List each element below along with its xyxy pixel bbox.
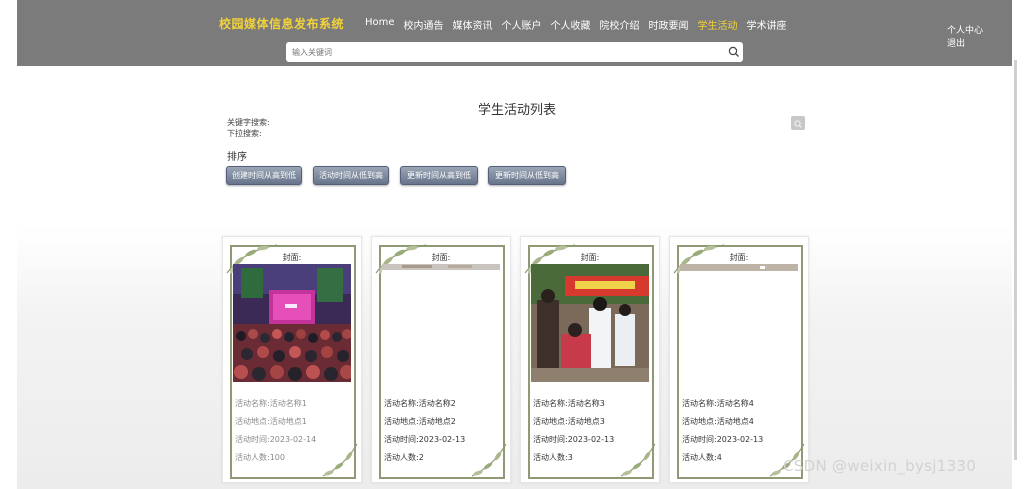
nav-item-media-news[interactable]: 媒体资讯	[453, 17, 493, 32]
activity-location: 活动地点:活动地点1	[235, 417, 307, 426]
nav-item-school-intro[interactable]: 院校介绍	[600, 17, 640, 32]
activity-location: 活动地点:活动地点2	[384, 417, 456, 426]
leaf-decoration-icon	[620, 443, 656, 477]
user-center-link[interactable]: 个人中心	[947, 25, 983, 38]
magnifier-icon	[794, 120, 802, 128]
sort-button-updated-asc[interactable]: 更新时间从低到高	[488, 166, 566, 185]
activity-location: 活动地点:活动地点3	[533, 417, 605, 426]
nav-item-current-affairs[interactable]: 时政要闻	[649, 17, 689, 32]
search-icon[interactable]	[727, 45, 741, 59]
sort-button-updated-desc[interactable]: 更新时间从高到低	[400, 166, 478, 185]
activity-time: 活动时间:2023-02-14	[235, 435, 317, 444]
cover-label: 封面:	[729, 253, 749, 262]
search-button[interactable]	[791, 116, 805, 130]
leaf-decoration-icon	[322, 443, 358, 477]
scrollbar-thumb[interactable]	[1014, 60, 1017, 460]
cover-image[interactable]	[531, 264, 649, 382]
activity-time: 活动时间:2023-02-13	[533, 435, 615, 444]
nav-item-campus-notice[interactable]: 校内通告	[404, 17, 444, 32]
main-nav: Home 校内通告 媒体资讯 个人账户 个人收藏 院校介绍 时政要闻 学生活动 …	[365, 17, 787, 32]
search-input[interactable]	[292, 45, 712, 59]
nav-item-home[interactable]: Home	[365, 17, 395, 32]
logout-link[interactable]: 退出	[947, 38, 983, 51]
activity-time: 活动时间:2023-02-13	[682, 435, 764, 444]
activity-people: 活动人数:100	[235, 453, 285, 462]
cover-label: 封面:	[282, 253, 302, 262]
cover-label: 封面:	[431, 253, 451, 262]
page: 校园媒体信息发布系统 Home 校内通告 媒体资讯 个人账户 个人收藏 院校介绍…	[0, 0, 1027, 489]
page-title: 学生活动列表	[478, 103, 557, 118]
activity-people: 活动人数:3	[533, 453, 573, 462]
activity-people: 活动人数:4	[682, 453, 722, 462]
nav-item-personal-account[interactable]: 个人账户	[502, 17, 542, 32]
activity-time: 活动时间:2023-02-13	[384, 435, 466, 444]
cover-image[interactable]	[233, 264, 351, 382]
cover-image[interactable]	[680, 264, 798, 382]
activity-name: 活动名称:活动名称3	[533, 399, 605, 408]
search-box	[286, 42, 743, 62]
activity-location: 活动地点:活动地点4	[682, 417, 754, 426]
site-brand[interactable]: 校园媒体信息发布系统	[219, 15, 344, 32]
activity-name: 活动名称:活动名称1	[235, 399, 307, 408]
activity-card-2[interactable]: 封面: 活动名称:活动名称2 活动地点:活动地点2 活动时间:2023-02-1…	[371, 236, 511, 483]
activity-name: 活动名称:活动名称2	[384, 399, 456, 408]
activity-card-3[interactable]: 封面: 活动名称:活动名称3 活动地点:活动地点3 活动时间:2023-02-1…	[520, 236, 660, 483]
nav-item-lectures[interactable]: 学术讲座	[747, 17, 787, 32]
leaf-decoration-icon	[471, 443, 507, 477]
keyword-search-label: 关键字搜索:	[227, 118, 270, 127]
user-links: 个人中心 退出	[947, 25, 983, 51]
activity-card-1[interactable]: 封面: 活动名称:活动名称1 活动地点:活动地点1 活动时间:2023-02-1…	[222, 236, 362, 483]
sort-label: 排序	[227, 152, 247, 163]
activity-name: 活动名称:活动名称4	[682, 399, 754, 408]
watermark: CSDN @weixin_bysj1330	[783, 457, 977, 475]
dropdown-search-label: 下拉搜索:	[227, 129, 262, 138]
activity-people: 活动人数:2	[384, 453, 424, 462]
sort-button-created-desc[interactable]: 创建时间从高到低	[226, 166, 302, 185]
activity-card-4[interactable]: 封面: 活动名称:活动名称4 活动地点:活动地点4 活动时间:2023-02-1…	[669, 236, 809, 483]
sort-button-activity-asc[interactable]: 活动时间从低到高	[313, 166, 389, 185]
cover-image[interactable]	[382, 264, 500, 382]
cover-label: 封面:	[580, 253, 600, 262]
background-decoration	[17, 225, 1012, 489]
nav-item-student-activities[interactable]: 学生活动	[698, 17, 738, 32]
nav-item-favorites[interactable]: 个人收藏	[551, 17, 591, 32]
